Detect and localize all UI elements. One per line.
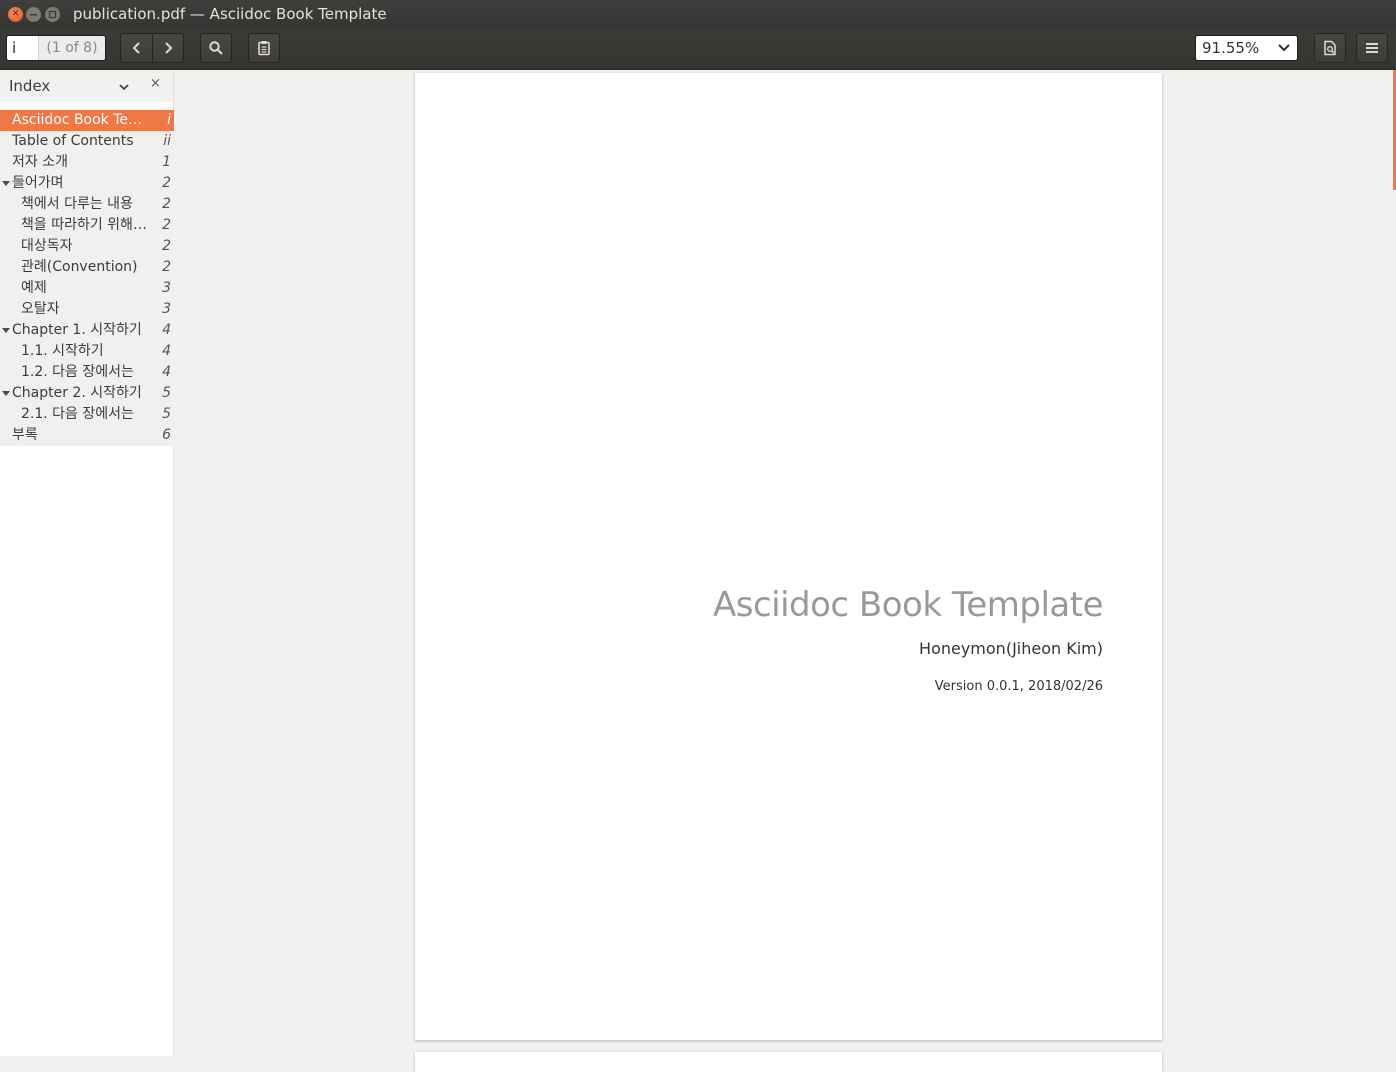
index-item-label: 1.1. 시작하기 bbox=[21, 343, 104, 359]
maximize-icon bbox=[48, 10, 57, 19]
index-item-label: Chapter 2. 시작하기 bbox=[12, 385, 142, 401]
index-item[interactable]: 대상독자 2 bbox=[0, 236, 174, 257]
document-author: Honeymon(Jiheon Kim) bbox=[919, 639, 1103, 658]
previous-page-button[interactable] bbox=[121, 34, 152, 62]
index-item-label: 오탈자 bbox=[21, 301, 60, 317]
expander-arrow-icon[interactable] bbox=[2, 391, 10, 396]
sidebar-mode-label[interactable]: Index bbox=[9, 77, 50, 95]
index-item[interactable]: 부록 6 bbox=[0, 425, 174, 446]
index-item-label: 책에서 다루는 내용 bbox=[21, 196, 133, 212]
window-title: publication.pdf — Asciidoc Book Template bbox=[73, 5, 387, 23]
index-item-page: 3 bbox=[162, 280, 171, 296]
index-item-page: 1 bbox=[162, 154, 171, 170]
index-item-label: 들어가며 bbox=[12, 175, 64, 191]
window-minimize-button[interactable] bbox=[26, 7, 41, 22]
index-item[interactable]: 2.1. 다음 장에서는 5 bbox=[0, 404, 174, 425]
chevron-down-icon bbox=[1271, 43, 1297, 53]
index-item-page: 4 bbox=[162, 343, 171, 359]
page-selector[interactable]: i (1 of 8) bbox=[6, 35, 106, 61]
toolbar: i (1 of 8) 91.55% bbox=[0, 29, 1396, 70]
index-item[interactable]: 오탈자 3 bbox=[0, 299, 174, 320]
index-item-page: 2 bbox=[162, 238, 171, 254]
index-item-label: 저자 소개 bbox=[12, 154, 68, 170]
index-item[interactable]: 책을 따라하기 위해 ... 2 bbox=[0, 215, 174, 236]
index-item-page: 5 bbox=[162, 385, 171, 401]
index-item-page: 2 bbox=[162, 175, 171, 191]
document-version: Version 0.0.1, 2018/02/26 bbox=[934, 679, 1103, 694]
index-item[interactable]: 1.2. 다음 장에서는 4 bbox=[0, 362, 174, 383]
index-item-label: 예제 bbox=[21, 280, 47, 296]
index-item-page: 3 bbox=[162, 301, 171, 317]
index-item[interactable]: 책에서 다루는 내용 2 bbox=[0, 194, 174, 215]
index-item-label: 2.1. 다음 장에서는 bbox=[21, 406, 134, 422]
index-item[interactable]: Chapter 2. 시작하기 5 bbox=[0, 383, 174, 404]
zoom-value: 91.55% bbox=[1202, 39, 1260, 57]
window-close-button[interactable]: ✕ bbox=[8, 7, 23, 22]
index-item[interactable]: 저자 소개 1 bbox=[0, 152, 174, 173]
minimize-icon bbox=[30, 14, 37, 16]
index-item[interactable]: Table of Contents ii bbox=[0, 131, 174, 152]
next-page-button[interactable] bbox=[152, 34, 183, 62]
index-item[interactable]: 들어가며 2 bbox=[0, 173, 174, 194]
sidebar: Index × Asciidoc Book Tem··· i Table of Co… bbox=[0, 70, 174, 1056]
index-item-label: Table of Contents bbox=[12, 133, 134, 149]
expander-arrow-icon[interactable] bbox=[2, 181, 10, 186]
index-item-label: 부록 bbox=[12, 427, 38, 443]
index-item-page: 4 bbox=[162, 364, 171, 380]
document-search-icon bbox=[1324, 40, 1336, 56]
page-navigation bbox=[120, 33, 184, 63]
document-title: Asciidoc Book Template bbox=[712, 585, 1104, 625]
index-item-label: 책을 따라하기 위해 ... bbox=[21, 217, 149, 233]
annotations-button[interactable] bbox=[248, 33, 280, 63]
document-properties-button[interactable] bbox=[1314, 33, 1346, 63]
index-item-page: 4 bbox=[162, 322, 171, 338]
window-maximize-button[interactable] bbox=[45, 7, 60, 22]
document-view[interactable]: Asciidoc Book Template Honeymon(Jiheon K… bbox=[175, 70, 1396, 1072]
index-item-page: 2 bbox=[162, 217, 171, 233]
page-number-input[interactable]: i bbox=[7, 36, 39, 60]
search-button[interactable] bbox=[200, 33, 232, 63]
expander-arrow-icon[interactable] bbox=[2, 328, 10, 333]
index-item-label: 1.2. 다음 장에서는 bbox=[21, 364, 134, 380]
index-item-label: Chapter 1. 시작하기 bbox=[12, 322, 142, 338]
index-item[interactable]: Chapter 1. 시작하기 4 bbox=[0, 320, 174, 341]
chevron-left-icon bbox=[132, 42, 140, 54]
search-icon bbox=[209, 41, 223, 55]
index-item-page: 6 bbox=[162, 427, 171, 443]
index-item-page: 5 bbox=[162, 406, 171, 422]
window-titlebar: ✕ publication.pdf — Asciidoc Book Templa… bbox=[0, 0, 1396, 29]
hamburger-menu-icon bbox=[1366, 43, 1378, 53]
index-item[interactable]: 예제 3 bbox=[0, 278, 174, 299]
pdf-next-page bbox=[415, 1052, 1162, 1072]
zoom-selector[interactable]: 91.55% bbox=[1195, 35, 1298, 61]
pdf-page: Asciidoc Book Template Honeymon(Jiheon K… bbox=[415, 73, 1162, 1040]
sidebar-header: Index × bbox=[0, 70, 173, 102]
index-item-page: i bbox=[167, 112, 171, 128]
index-tree: Asciidoc Book Tem··· i Table of Contents ii… bbox=[0, 110, 174, 446]
chevron-right-icon bbox=[165, 42, 173, 54]
index-item-label: Asciidoc Book Tem··· bbox=[12, 112, 152, 128]
index-item-page: 2 bbox=[162, 259, 171, 275]
menu-button[interactable] bbox=[1356, 33, 1388, 63]
index-item-page: ii bbox=[163, 133, 171, 149]
index-item-label: 관례(Convention) bbox=[21, 259, 138, 275]
clipboard-icon bbox=[258, 41, 270, 56]
index-item[interactable]: Asciidoc Book Tem··· i bbox=[0, 110, 174, 131]
index-item-label: 대상독자 bbox=[21, 238, 73, 254]
index-item[interactable]: 관례(Convention) 2 bbox=[0, 257, 174, 278]
index-item[interactable]: 1.1. 시작하기 4 bbox=[0, 341, 174, 362]
page-count-label: (1 of 8) bbox=[39, 36, 105, 60]
index-item-page: 2 bbox=[162, 196, 171, 212]
sidebar-close-button[interactable]: × bbox=[150, 76, 161, 91]
chevron-down-icon[interactable] bbox=[117, 78, 131, 97]
